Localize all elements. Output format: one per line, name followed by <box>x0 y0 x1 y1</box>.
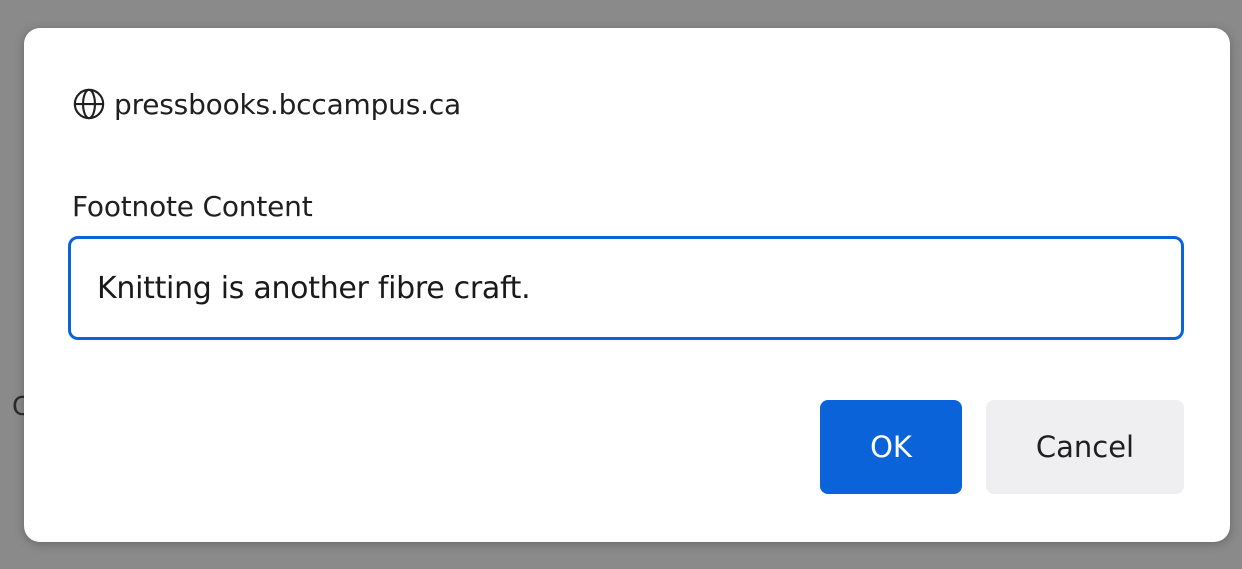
cancel-button[interactable]: Cancel <box>986 400 1184 494</box>
dialog-origin: pressbooks.bccampus.ca <box>72 84 461 124</box>
prompt-dialog: pressbooks.bccampus.ca Footnote Content … <box>24 28 1230 542</box>
footnote-content-input[interactable] <box>71 239 1181 337</box>
origin-url: pressbooks.bccampus.ca <box>114 87 461 121</box>
globe-icon <box>72 87 106 121</box>
footnote-input-wrapper <box>68 236 1184 340</box>
ok-button[interactable]: OK <box>820 400 962 494</box>
field-label: Footnote Content <box>72 190 313 223</box>
